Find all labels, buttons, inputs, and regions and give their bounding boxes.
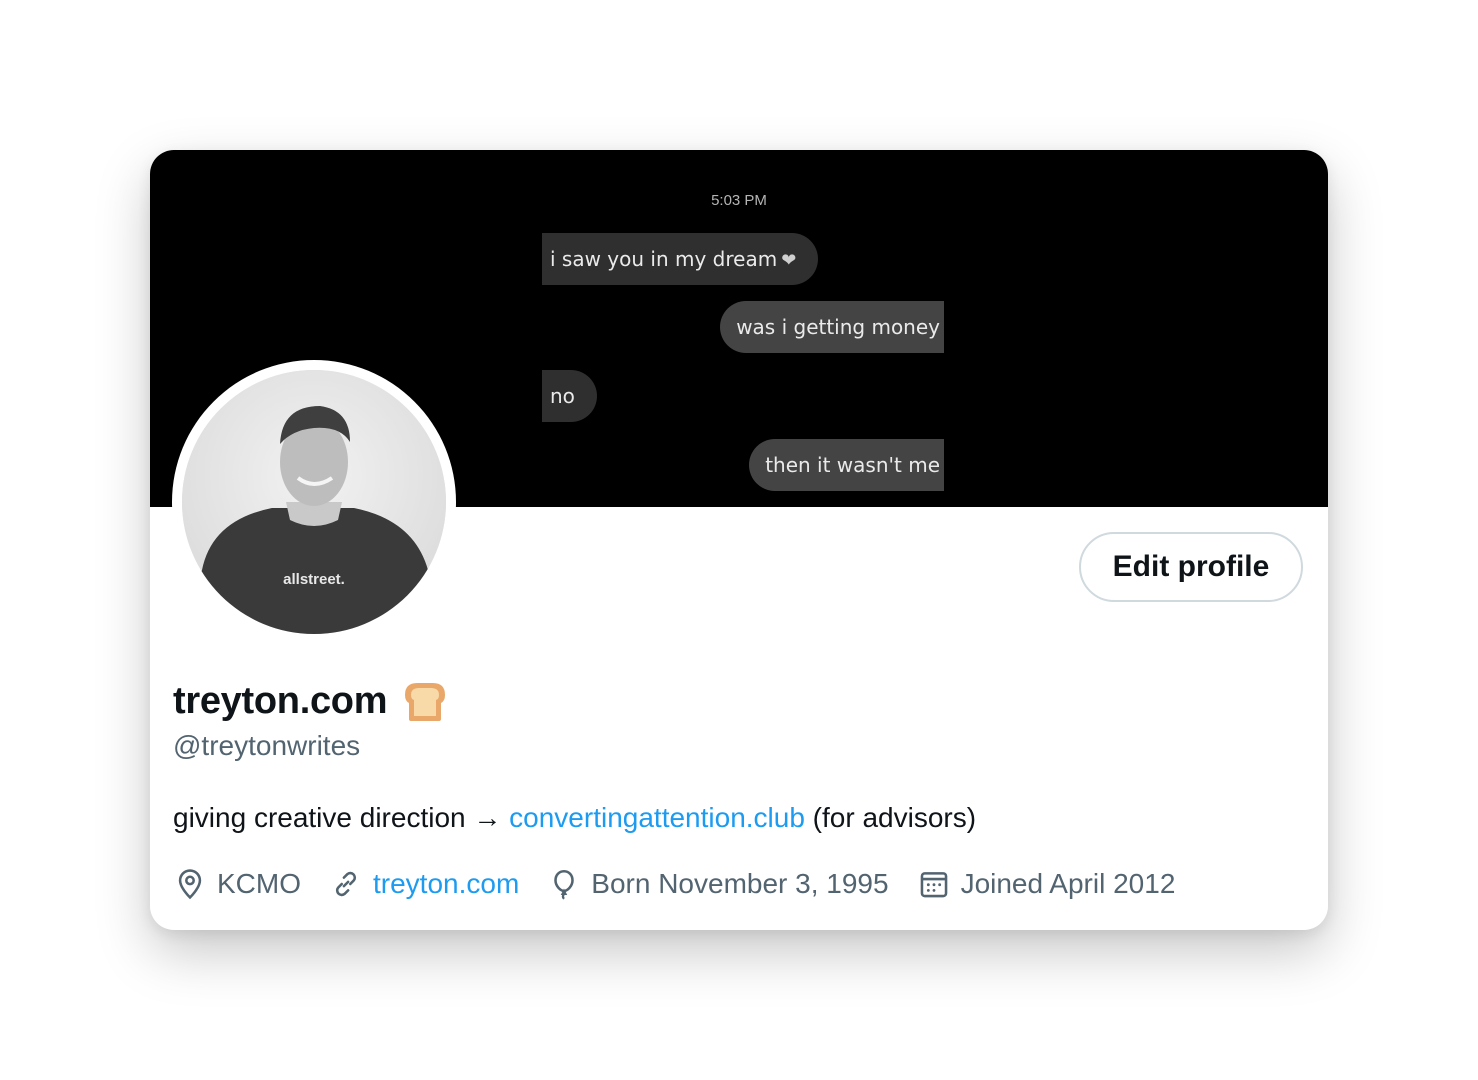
- location-pin-icon: [178, 869, 202, 900]
- avatar-shirt-text: allstreet.: [283, 571, 345, 588]
- display-name: treyton.com: [173, 679, 388, 722]
- edit-profile-button[interactable]: Edit profile: [1079, 532, 1303, 602]
- banner-message-bubble: i saw you in my dream ❤: [542, 233, 819, 285]
- bio-prefix: giving creative direction →: [173, 802, 510, 833]
- banner-message-bubble: was i getting money: [720, 301, 944, 353]
- location-item: KCMO: [173, 867, 301, 901]
- banner-message-bubble: no: [542, 370, 597, 422]
- bio-link[interactable]: convertingattention.club: [509, 802, 805, 833]
- banner-message-text: no: [550, 384, 575, 408]
- bread-icon: [405, 683, 446, 721]
- birthday-text: Born November 3, 1995: [591, 868, 889, 899]
- bio-suffix: (for advisors): [804, 802, 977, 833]
- profile-card: 5:03 PM i saw you in my dream ❤ was i get…: [150, 150, 1328, 930]
- website-item: treyton.com: [329, 867, 519, 901]
- website-link[interactable]: treyton.com: [373, 868, 519, 900]
- birthday-item: Born November 3, 1995: [547, 867, 889, 901]
- banner-message-text: then it wasn't me: [765, 453, 940, 477]
- avatar-photo: allstreet.: [182, 370, 446, 634]
- link-icon: [335, 871, 357, 897]
- profile-meta: KCMO treyton.com Born November 3, 1995 J…: [173, 862, 1203, 906]
- display-name-row: treyton.com: [173, 678, 451, 724]
- joined-item: Joined April 2012: [917, 867, 1176, 901]
- calendar-icon: [920, 872, 947, 898]
- profile-bio: giving creative direction → convertingat…: [173, 802, 976, 834]
- banner-timestamp: 5:03 PM: [711, 192, 767, 209]
- profile-handle: @treytonwrites: [173, 730, 361, 761]
- location-text: KCMO: [217, 868, 301, 899]
- banner-message-bubble: then it wasn't me: [749, 439, 944, 491]
- balloon-icon: [554, 869, 575, 900]
- heart-icon: ❤: [781, 250, 797, 271]
- joined-text: Joined April 2012: [960, 868, 1176, 899]
- banner-message-text: i saw you in my dream: [550, 247, 778, 271]
- avatar[interactable]: allstreet.: [182, 370, 446, 634]
- banner-message-text: was i getting money: [736, 315, 940, 339]
